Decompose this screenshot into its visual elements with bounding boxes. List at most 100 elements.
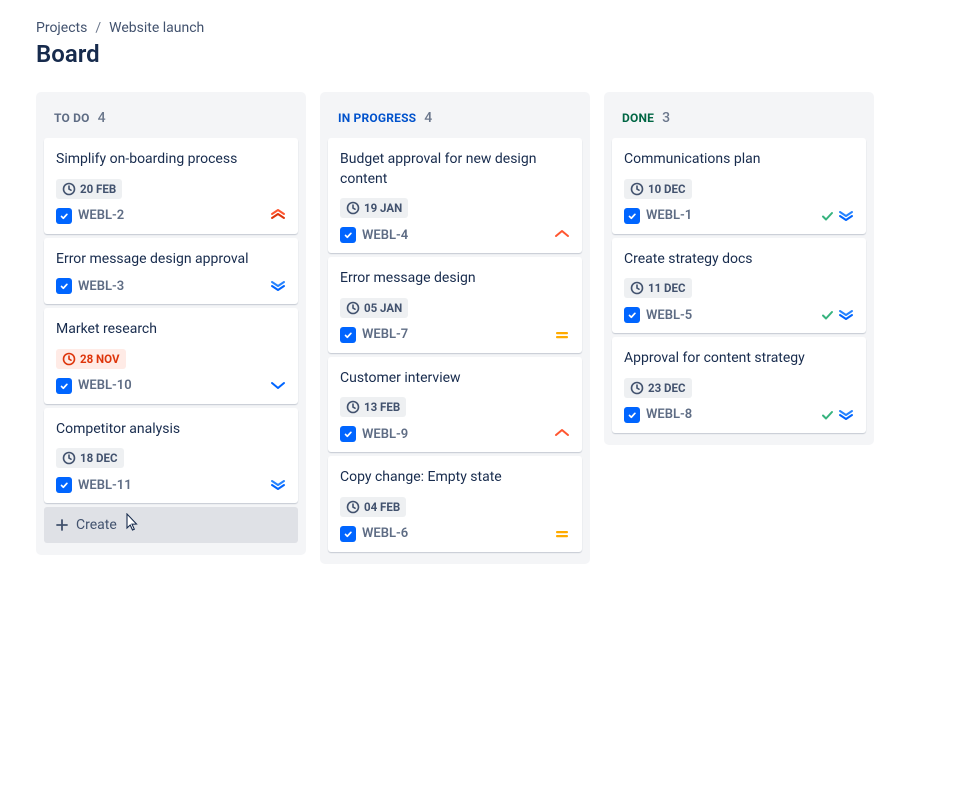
card-footer: WEBL-5 [624,307,854,323]
due-date-text: 10 DEC [648,182,686,196]
column-count: 4 [424,110,432,126]
card-title: Copy change: Empty state [340,468,570,488]
card[interactable]: Error message design approval WEBL-3 [44,238,298,305]
page-title: Board [36,40,918,68]
priority-lowest-icon [838,208,854,224]
done-check-icon [821,309,834,321]
issue-key: WEBL-8 [646,407,692,422]
card-footer-right [270,477,286,493]
clock-icon [346,400,360,414]
card-footer: WEBL-11 [56,477,286,493]
issue-key: WEBL-7 [362,327,408,342]
plus-icon [54,517,70,533]
card-footer-left: WEBL-4 [340,227,408,243]
due-date-text: 20 FEB [80,182,116,196]
card-footer-left: WEBL-5 [624,307,692,323]
card[interactable]: Budget approval for new design content19… [328,138,582,253]
column-label: DONE [622,111,654,125]
card[interactable]: Approval for content strategy 23 DEC WEBL-… [612,337,866,433]
card-footer-right [821,407,854,423]
card-title: Error message design [340,269,570,289]
card[interactable]: Simplify on-boarding process 20 FEB WEBL-2 [44,138,298,234]
priority-low-icon [270,378,286,394]
issue-key: WEBL-3 [78,279,124,294]
priority-medium-icon [554,526,570,542]
card-title: Simplify on-boarding process [56,150,286,170]
card-footer-left: WEBL-8 [624,407,692,423]
card[interactable]: Communications plan 10 DEC WEBL-1 [612,138,866,234]
breadcrumb-current[interactable]: Website launch [109,20,204,36]
breadcrumb-separator: / [95,20,101,36]
clock-icon [346,201,360,215]
task-type-icon [56,208,72,224]
task-type-icon [624,208,640,224]
priority-lowest-icon [270,477,286,493]
card-footer: WEBL-4 [340,227,570,243]
due-date-text: 04 FEB [364,500,400,514]
card[interactable]: Market research 28 NOV WEBL-10 [44,308,298,404]
due-date-badge: 13 FEB [340,397,406,417]
issue-key: WEBL-1 [646,208,692,223]
card-title: Market research [56,320,286,340]
clock-icon [346,500,360,514]
card-title: Approval for content strategy [624,349,854,369]
priority-medium-icon [554,327,570,343]
clock-icon [62,451,76,465]
due-date-badge: 04 FEB [340,497,406,517]
card[interactable]: Competitor analysis18 DECWEBL-11 [44,408,298,504]
card[interactable]: Create strategy docs11 DECWEBL-5 [612,238,866,334]
due-date-badge: 05 JAN [340,298,408,318]
column-label: IN PROGRESS [338,111,416,125]
done-check-icon [821,409,834,421]
column-cards: Communications plan 10 DEC WEBL-1 Create st… [612,138,866,433]
column-cards: Budget approval for new design content19… [328,138,582,552]
due-date-text: 28 NOV [80,352,120,366]
due-date-text: 19 JAN [364,201,402,215]
card-footer-right [554,526,570,542]
issue-key: WEBL-9 [362,427,408,442]
card-footer-right [554,426,570,442]
task-type-icon [340,526,356,542]
due-date-badge: 19 JAN [340,198,408,218]
column-done: DONE 3 Communications plan 10 DEC WEBL-1 Crea… [604,92,874,445]
issue-key: WEBL-10 [78,378,132,393]
card-footer: WEBL-1 [624,208,854,224]
priority-high-icon [554,227,570,243]
card-footer-right [821,208,854,224]
due-date-badge: 20 FEB [56,179,122,199]
card-footer-left: WEBL-1 [624,208,692,224]
due-date-text: 13 FEB [364,400,400,414]
priority-highest-icon [270,208,286,224]
card-title: Communications plan [624,150,854,170]
column-header: IN PROGRESS 4 [328,100,582,138]
card[interactable]: Error message design 05 JAN WEBL-7 [328,257,582,353]
card-footer: WEBL-6 [340,526,570,542]
clock-icon [62,352,76,366]
card-footer-left: WEBL-11 [56,477,132,493]
card[interactable]: Copy change: Empty state 04 FEB WEBL-6 [328,456,582,552]
column-todo: TO DO4Simplify on-boarding process20 FEB… [36,92,306,555]
card-footer-right [554,327,570,343]
card-title: Competitor analysis [56,420,286,440]
column-count: 3 [662,110,670,126]
card-title: Create strategy docs [624,250,854,270]
column-cards: Simplify on-boarding process 20 FEB WEBL-2… [44,138,298,503]
issue-key: WEBL-2 [78,208,124,223]
task-type-icon [56,378,72,394]
due-date-badge: 23 DEC [624,378,692,398]
board: TO DO4Simplify on-boarding process20 FEB… [36,92,918,564]
clock-icon [630,182,644,196]
task-type-icon [340,327,356,343]
priority-lowest-icon [838,407,854,423]
card-footer-right [270,208,286,224]
due-date-badge: 28 NOV [56,349,126,369]
create-card-button[interactable]: Create [44,507,298,543]
clock-icon [630,381,644,395]
breadcrumb-root[interactable]: Projects [36,20,87,36]
card-footer-right [270,378,286,394]
issue-key: WEBL-5 [646,308,692,323]
card[interactable]: Customer interview13 FEBWEBL-9 [328,357,582,453]
due-date-text: 05 JAN [364,301,402,315]
card-footer-left: WEBL-10 [56,378,132,394]
card-title: Error message design approval [56,250,286,270]
